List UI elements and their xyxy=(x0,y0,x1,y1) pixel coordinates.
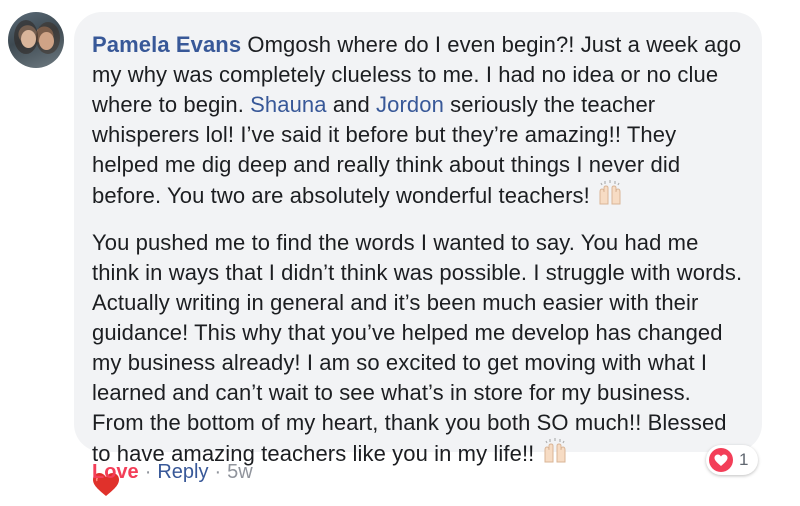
comment-text-2: You pushed me to find the words I wanted… xyxy=(92,230,743,466)
author-avatar[interactable] xyxy=(8,12,64,68)
mention-link-shauna[interactable]: Shauna xyxy=(250,92,326,117)
raised-hands-icon xyxy=(541,438,571,472)
comment-paragraph-1: Pamela Evans Omgosh where do I even begi… xyxy=(92,30,746,214)
comment-text-and: and xyxy=(326,92,377,117)
separator: · xyxy=(144,461,152,483)
comment-bubble: Pamela Evans Omgosh where do I even begi… xyxy=(74,12,762,496)
reaction-count: 1 xyxy=(739,450,749,469)
love-reaction-icon xyxy=(709,448,733,472)
separator: · xyxy=(214,461,222,483)
raised-hands-icon xyxy=(596,180,626,214)
comment-actions: Love · Reply · 5w xyxy=(92,459,253,485)
author-name-link[interactable]: Pamela Evans xyxy=(92,32,241,57)
reply-button[interactable]: Reply xyxy=(157,461,208,483)
love-reaction-button[interactable]: Love xyxy=(92,461,139,483)
comment-timestamp[interactable]: 5w xyxy=(227,461,253,483)
reaction-summary[interactable]: 1 xyxy=(706,445,759,475)
mention-link-jordon[interactable]: Jordon xyxy=(376,92,444,117)
